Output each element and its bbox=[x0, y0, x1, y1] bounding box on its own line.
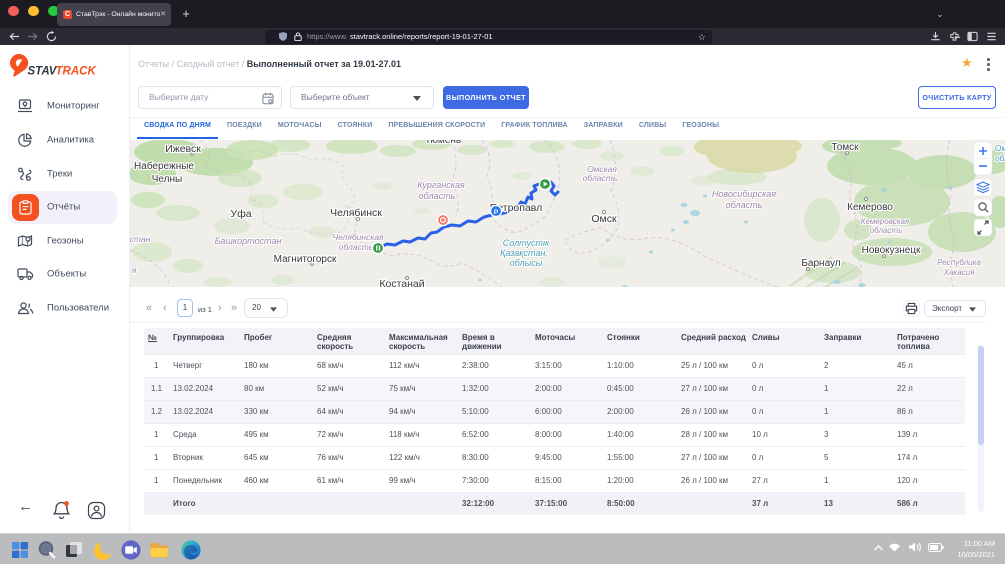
svg-text:Башкортостан: Башкортостан bbox=[215, 236, 282, 246]
svg-text:Челны: Челны bbox=[152, 174, 182, 185]
svg-text:Омск: Омск bbox=[591, 213, 617, 225]
svg-text:Кемерово: Кемерово bbox=[847, 202, 893, 213]
svg-text:облысы: облысы bbox=[510, 258, 543, 268]
svg-text:Магнитогорск: Магнитогорск bbox=[274, 254, 337, 265]
svg-text:Курганская: Курганская bbox=[417, 180, 465, 190]
svg-text:Уфа: Уфа bbox=[230, 208, 251, 220]
svg-text:область: область bbox=[583, 173, 618, 183]
svg-text:TRACK: TRACK bbox=[56, 66, 97, 78]
svg-text:Томск: Томск bbox=[831, 142, 859, 153]
svg-text:Челябинск: Челябинск bbox=[330, 207, 382, 219]
svg-text:Ижевск: Ижевск bbox=[165, 143, 201, 155]
svg-text:Тюмень: Тюмень bbox=[425, 140, 461, 146]
svg-text:я: я bbox=[131, 265, 137, 275]
svg-text:STAV: STAV bbox=[28, 66, 58, 78]
svg-text:Солтустік: Солтустік bbox=[503, 238, 550, 248]
svg-text:стан: стан bbox=[130, 234, 151, 244]
svg-text:область: область bbox=[870, 226, 903, 235]
svg-text:Хакасия: Хакасия bbox=[943, 268, 975, 277]
svg-text:Қазақстан,: Қазақстан, bbox=[500, 248, 548, 258]
svg-text:Ом: Ом bbox=[995, 143, 1005, 153]
svg-text:P: P bbox=[494, 209, 499, 216]
svg-text:Набережные: Набережные bbox=[134, 160, 194, 172]
svg-text:Новосибирская: Новосибирская bbox=[712, 189, 776, 199]
svg-text:Костанай: Костанай bbox=[379, 278, 424, 287]
svg-text:Кемеровская: Кемеровская bbox=[861, 217, 910, 226]
svg-text:область: область bbox=[419, 191, 456, 201]
svg-text:Челябинская: Челябинская bbox=[332, 232, 384, 242]
svg-text:область: область bbox=[726, 200, 763, 210]
svg-text:Республика: Республика bbox=[937, 258, 981, 267]
svg-text:обл: обл bbox=[995, 153, 1005, 163]
svg-text:Барнаул: Барнаул bbox=[801, 258, 840, 269]
svg-text:область: область bbox=[339, 242, 374, 252]
svg-text:Новокузнецк: Новокузнецк bbox=[862, 245, 921, 256]
